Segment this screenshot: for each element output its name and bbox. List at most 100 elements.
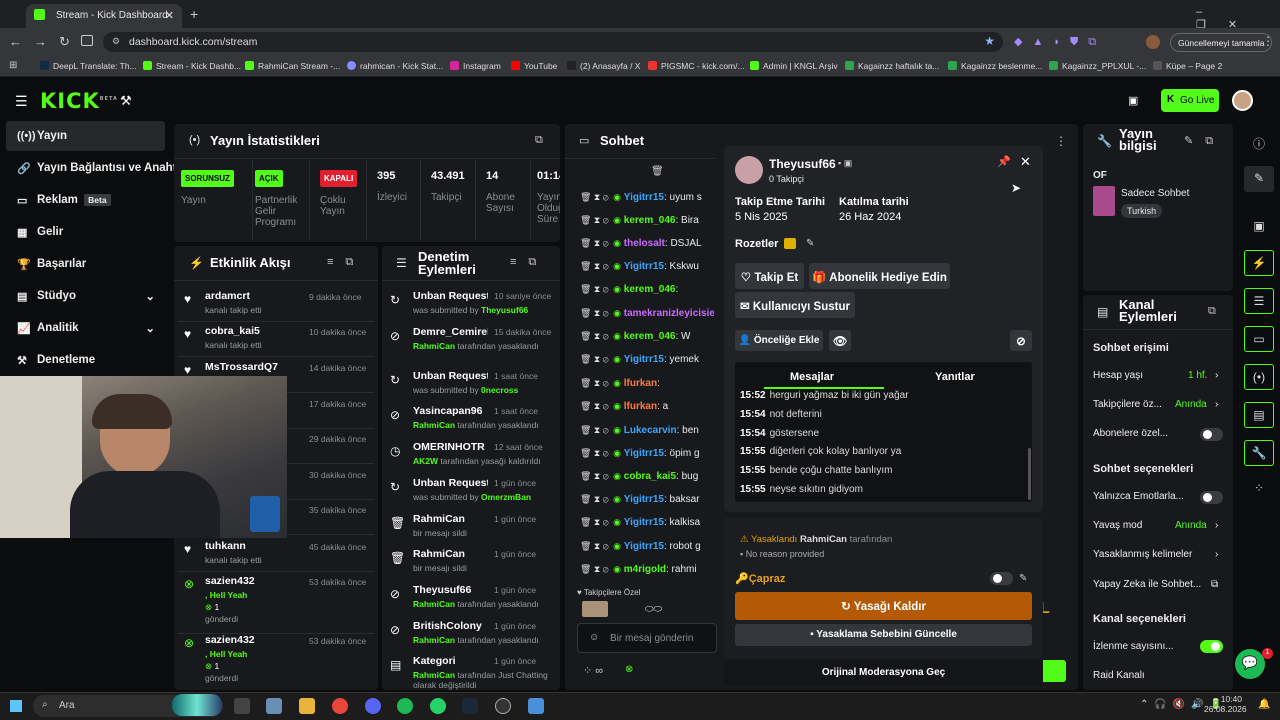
lightning-icon[interactable]: ⚡ bbox=[1244, 250, 1274, 276]
edit-icon[interactable]: ✎ bbox=[806, 238, 814, 249]
edit-popout-icons[interactable]: ✎⧉ bbox=[1184, 134, 1225, 148]
go-live-button[interactable]: K Go Live bbox=[1161, 89, 1219, 112]
apps-icon[interactable]: ⁘ bbox=[1244, 476, 1274, 502]
bookmark-item[interactable]: Stream - Kick Dashb... bbox=[143, 61, 241, 71]
pin-icon[interactable]: 📌 bbox=[997, 155, 1011, 168]
mod-action-item[interactable]: ↻ Unban Request was submitted by Theyusu… bbox=[390, 290, 556, 324]
taskbar-clock[interactable]: 10:40 26.08.2026 bbox=[1204, 694, 1247, 714]
nav-item-stream[interactable]: ((•)) Yayın bbox=[6, 121, 165, 151]
update-button[interactable]: Güncellemeyi tamamla bbox=[1170, 33, 1273, 52]
emotes-only-toggle[interactable] bbox=[1200, 491, 1223, 504]
chrome-icon[interactable] bbox=[332, 698, 348, 714]
steam-icon[interactable] bbox=[462, 698, 478, 714]
task-view-icon[interactable] bbox=[234, 698, 250, 714]
followers-only-setting[interactable]: Takipçilere öz... Anında › bbox=[1093, 399, 1223, 410]
copy-icon[interactable]: ▪ ▣ bbox=[838, 158, 852, 169]
site-info-icon[interactable]: ⚙ bbox=[112, 36, 120, 47]
activity-item[interactable]: ⊗ sazien432 , Hell Yeah ⊗ 1 gönderdi 53 d… bbox=[184, 575, 372, 624]
bookmark-item[interactable]: Kagainzz haftalık ta... bbox=[845, 61, 939, 71]
chat-message[interactable]: 🗑 ⧗ ⊘ ◉ Yigitrr15: öpim g bbox=[580, 448, 714, 468]
chat-message[interactable]: 🗑 ⧗ ⊘ ◉ kerem_046: Bira bbox=[580, 215, 714, 235]
chat-message[interactable]: 🗑 ⧗ ⊘ ◉ tamekranizleyicisie bbox=[580, 308, 714, 328]
whatsapp-icon[interactable] bbox=[430, 698, 446, 714]
spotify-icon[interactable] bbox=[397, 698, 413, 714]
ai-chat-setting[interactable]: Yapay Zeka ile Sohbet... ⧉ bbox=[1093, 579, 1223, 590]
block-icon[interactable]: ⊘ bbox=[1010, 330, 1032, 351]
slow-mode-setting[interactable]: Yavaş mod Anında › bbox=[1093, 520, 1223, 531]
popout-icon[interactable]: ⧉ bbox=[1208, 305, 1216, 318]
mod-action-item[interactable]: ⊘ Theyusuf66 RahmiCan tarafından yasakla… bbox=[390, 584, 556, 618]
emotes-only-setting[interactable]: Yalnızca Emotlarla... bbox=[1093, 491, 1184, 502]
close-tab-icon[interactable]: ✕ bbox=[165, 9, 174, 22]
mod-action-item[interactable]: ↻ Unban Request was submitted by OmerzmB… bbox=[390, 477, 556, 511]
clip-icon[interactable]: ▣ bbox=[1128, 94, 1138, 107]
mod-action-item[interactable]: ↻ Unban Request was submitted by 0necros… bbox=[390, 370, 556, 404]
bookmark-item[interactable]: Instagram bbox=[450, 61, 501, 71]
file-explorer-icon[interactable] bbox=[299, 698, 315, 714]
send-button[interactable] bbox=[1040, 660, 1066, 682]
nav-item-ads[interactable]: ▭ Reklam Beta bbox=[6, 185, 165, 215]
bookmark-item[interactable]: Kagainzz beslenme... bbox=[948, 61, 1042, 71]
bookmark-item[interactable]: Kagainzz_PPLXUL -... bbox=[1049, 61, 1146, 71]
chat-message[interactable]: 🗑 ⧗ ⊘ ◉ cobra_kai5: bug bbox=[580, 471, 714, 491]
update-ban-reason-button[interactable]: ▪ Yasaklama Sebebini Güncelle bbox=[735, 624, 1032, 646]
chat-message[interactable]: 🗑 ⧗ ⊘ ◉ lfurkan: a bbox=[580, 401, 714, 421]
trash-icon[interactable]: 🗑 bbox=[651, 166, 664, 177]
mod-action-item[interactable]: ◷ OMERINHOTR AK2W tarafından yasağı kald… bbox=[390, 441, 556, 475]
bookmark-star-icon[interactable]: ★ bbox=[984, 34, 995, 48]
view-count-setting[interactable]: İzlenme sayısını... bbox=[1093, 641, 1174, 652]
filter-popout-icons[interactable]: ≡⧉ bbox=[510, 256, 548, 269]
chat-message[interactable]: 🗑 ⧗ ⊘ ◉ Yigitrr15: uyum s bbox=[580, 192, 714, 212]
support-chat-icon[interactable]: 💬 bbox=[1235, 649, 1265, 679]
unban-button[interactable]: ↻ Yasağı Kaldır bbox=[735, 592, 1032, 620]
mod-action-item[interactable]: ⊘ Yasincapan96 RahmiCan tarafından yasak… bbox=[390, 405, 556, 439]
windows-start-icon[interactable] bbox=[10, 700, 22, 712]
chat-message[interactable]: 🗑 ⧗ ⊘ ◉ m4rigold: rahmi bbox=[580, 564, 714, 584]
mod-action-item[interactable]: 🗑 RahmiCan bir mesajı sildi 1 gün önce bbox=[390, 548, 556, 582]
sidebar-toggle-icon[interactable] bbox=[81, 35, 93, 46]
mod-action-item[interactable]: ▤ Kategori RahmiCan tarafından Just Chat… bbox=[390, 655, 556, 690]
nav-item-achievements[interactable]: 🏆 Başarılar bbox=[6, 249, 165, 279]
bookmark-item[interactable]: PIGSMC - kick.com/... bbox=[648, 61, 745, 71]
nav-item-revenue[interactable]: ▦ Gelir bbox=[6, 217, 165, 247]
chat-icon[interactable]: ▭ bbox=[1244, 326, 1274, 352]
clip-icon[interactable]: ▣ bbox=[1244, 214, 1274, 240]
edit-icon[interactable]: ✎ bbox=[1019, 573, 1027, 584]
edit-icon[interactable]: ✎ bbox=[1244, 166, 1274, 192]
new-tab-icon[interactable]: + bbox=[190, 6, 198, 22]
bookmark-item[interactable]: Admin | KNGL Arşiv bbox=[750, 61, 838, 71]
category-name[interactable]: Sadece Sohbet bbox=[1121, 188, 1189, 199]
chat-message[interactable]: 🗑 ⧗ ⊘ ◉ Yigitrr15: Kskwu bbox=[580, 261, 714, 281]
bookmark-item[interactable]: YouTube bbox=[511, 61, 557, 71]
mute-user-button[interactable]: ✉ Kullanıcıyı Sustur bbox=[735, 292, 855, 318]
activity-item[interactable]: ♥ cobra_kai5 kanalı takip etti 10 dakika… bbox=[184, 325, 372, 359]
browser-tab[interactable]: Stream - Kick Dashboard ✕ bbox=[26, 4, 182, 28]
bookmark-item[interactable]: rahmican - Kick Stat... bbox=[347, 61, 443, 71]
user-avatar[interactable] bbox=[1232, 90, 1253, 111]
activity-item[interactable]: ♥ tuhkann kanalı takip etti 45 dakika ön… bbox=[184, 540, 372, 574]
menu-dots-icon[interactable]: ⋮ bbox=[1262, 34, 1274, 48]
list-icon[interactable]: ☰ bbox=[1244, 288, 1274, 314]
hamburger-menu-icon[interactable]: ☰ bbox=[15, 93, 28, 110]
popout-icon[interactable]: ⧉ bbox=[535, 134, 543, 147]
nav-item-studio[interactable]: ▤ Stüdyo ⌄ bbox=[6, 281, 165, 311]
tab-messages[interactable]: Mesajlar bbox=[790, 371, 834, 383]
subs-only-setting[interactable]: Abonelere özel... bbox=[1093, 428, 1168, 439]
kick-points-icon[interactable]: ⊗ bbox=[625, 664, 633, 675]
app-icon[interactable] bbox=[266, 698, 282, 714]
chat-message[interactable]: 🗑 ⧗ ⊘ ◉ Yigitrr15: yemek bbox=[580, 354, 714, 374]
activity-item[interactable]: ♥ ardamcrt kanalı takip etti 9 dakika ön… bbox=[184, 290, 372, 324]
view-count-toggle[interactable] bbox=[1200, 640, 1223, 653]
tools-icon[interactable]: ⚒ bbox=[120, 93, 132, 109]
info-icon[interactable]: ⓘ bbox=[1244, 130, 1274, 156]
cross-ban-toggle[interactable] bbox=[990, 572, 1013, 585]
original-moderation-link[interactable]: Orijinal Moderasyona Geç bbox=[724, 660, 1043, 686]
more-options-icon[interactable]: ⋮ bbox=[1055, 134, 1067, 148]
broadcast-icon[interactable]: (•) bbox=[1244, 364, 1274, 390]
tab-replies[interactable]: Yanıtlar bbox=[935, 371, 975, 383]
add-priority-button[interactable]: 👤 Önceliğe Ekle bbox=[735, 330, 823, 351]
mod-action-item[interactable]: ⊘ BritishColony RahmiCan tarafından yasa… bbox=[390, 620, 556, 654]
chat-message[interactable]: 🗑 ⧗ ⊘ ◉ kerem_046: W bbox=[580, 331, 714, 351]
chat-message[interactable]: 🗑 ⧗ ⊘ ◉ Yigitrr15: robot g bbox=[580, 541, 714, 561]
chat-message[interactable]: 🗑 ⧗ ⊘ ◉ Lukecarvin: ben bbox=[580, 425, 714, 445]
